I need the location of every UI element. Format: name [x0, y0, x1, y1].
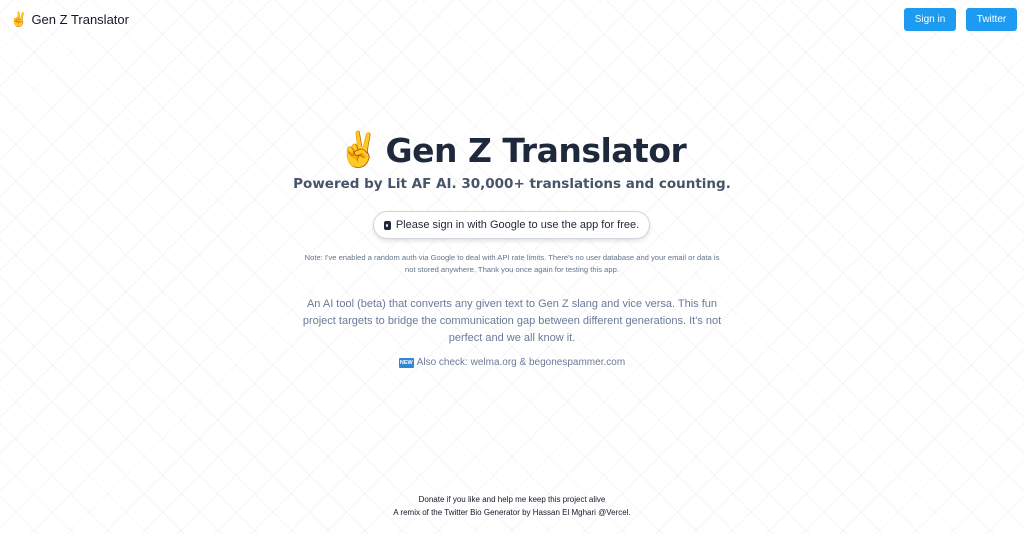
sign-in-prompt-label: Please sign in with Google to use the ap… — [395, 219, 640, 231]
app-description: An AI tool (beta) that converts any give… — [302, 298, 722, 344]
donate-link[interactable]: Donate if you like and help me keep this… — [0, 494, 1024, 507]
header-nav: Sign in Twitter — [904, 7, 1017, 31]
footer: Donate if you like and help me keep this… — [0, 494, 1024, 519]
page-title-text: Gen Z Translator — [385, 130, 687, 170]
twitter-button[interactable]: Twitter — [966, 7, 1017, 31]
victory-hand-icon: ✌️ — [10, 10, 28, 27]
victory-hand-icon: ✌️ — [337, 130, 380, 170]
google-sign-in-prompt[interactable]: Please sign in with Google to use the ap… — [373, 211, 650, 239]
brand-link[interactable]: ✌️ Gen Z Translator — [10, 11, 129, 28]
sign-in-button[interactable]: Sign in — [904, 7, 956, 31]
new-badge-icon: NEW — [398, 358, 414, 368]
hero: ✌️ Gen Z Translator Powered by Lit AF AI… — [0, 124, 1024, 193]
page-title: ✌️ Gen Z Translator — [338, 124, 687, 176]
page-subtitle: Powered by Lit AF AI. 30,000+ translatio… — [293, 176, 731, 192]
page: ✌️ Gen Z Translator Sign in Twitter ✌️ G… — [0, 0, 1024, 534]
welma-link[interactable]: welma.org — [471, 357, 517, 368]
begonespammer-link[interactable]: begonespammer.com — [529, 357, 625, 368]
remix-credit[interactable]: A remix of the Twitter Bio Generator by … — [0, 507, 1024, 520]
auth-note: Note: I've enabled a random auth via Goo… — [304, 253, 720, 274]
brand-title: Gen Z Translator — [31, 11, 129, 27]
also-check: NEW Also check: welma.org & begonespammer… — [0, 357, 1024, 368]
also-check-separator: & — [516, 357, 529, 368]
also-check-prefix: Also check: — [416, 357, 471, 368]
top-bar: ✌️ Gen Z Translator Sign in Twitter — [0, 0, 1024, 38]
lock-icon — [383, 220, 391, 230]
